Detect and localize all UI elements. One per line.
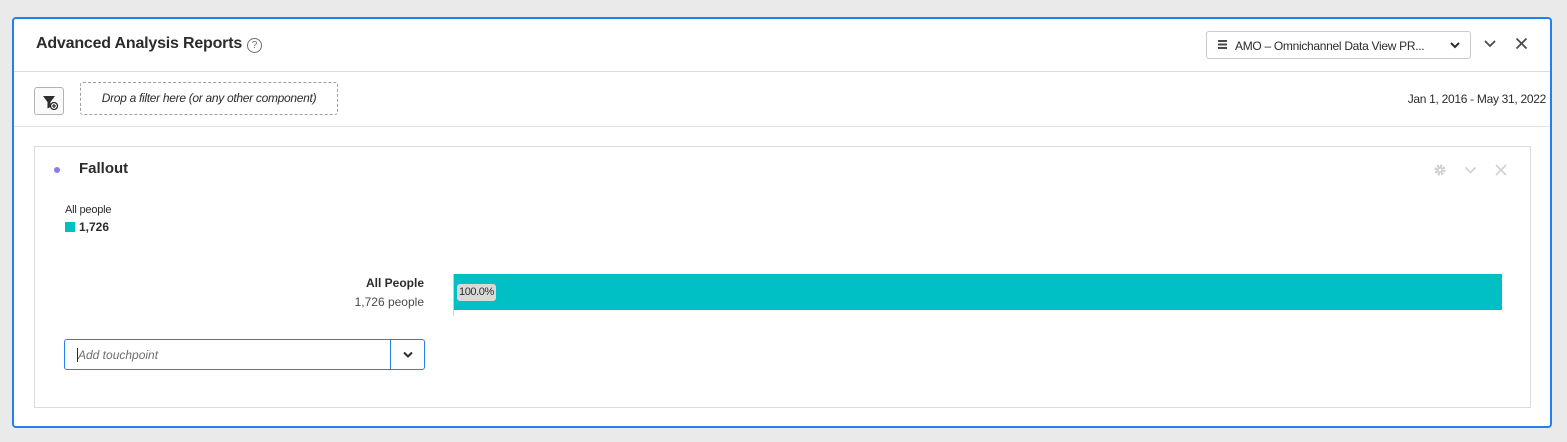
- fallout-bar-track: 100.0%: [453, 274, 1502, 316]
- fallout-row-label: All People 1,726 people: [355, 276, 424, 309]
- legend-label: All people: [65, 204, 112, 216]
- data-view-label: AMO – Omnichannel Data View PR...: [1235, 39, 1425, 53]
- filter-bar: Drop a filter here (or any other compone…: [14, 72, 1550, 127]
- fallout-bar[interactable]: [454, 274, 1502, 310]
- touchpoint-count: 1,726 people: [354, 295, 424, 309]
- close-icon[interactable]: [1495, 164, 1507, 176]
- text-cursor: [77, 348, 78, 362]
- panel-status-dot: [54, 167, 60, 173]
- add-touchpoint-combobox[interactable]: [64, 339, 425, 370]
- chevron-down-icon: [403, 351, 413, 358]
- gear-icon[interactable]: [1433, 163, 1447, 177]
- page-title: Advanced Analysis Reports: [36, 35, 243, 52]
- database-icon: [1218, 40, 1227, 49]
- add-touchpoint-input[interactable]: [65, 340, 391, 369]
- date-range[interactable]: Jan 1, 2016 - May 31, 2022: [1408, 92, 1547, 106]
- report-header: Advanced Analysis Reports ? AMO – Omnich…: [14, 19, 1550, 72]
- chevron-down-icon[interactable]: [1464, 166, 1477, 175]
- bar-percent-label: 100.0%: [457, 284, 496, 301]
- add-filter-button[interactable]: [34, 87, 64, 115]
- chevron-down-icon: [1450, 42, 1460, 49]
- legend-value: 1,726: [79, 220, 110, 234]
- collapse-chevron-icon[interactable]: [1483, 39, 1497, 49]
- legend-swatch: [65, 222, 75, 232]
- close-icon[interactable]: [1515, 37, 1528, 50]
- filter-drop-zone[interactable]: Drop a filter here (or any other compone…: [80, 82, 338, 115]
- panel-title[interactable]: Fallout: [79, 160, 128, 177]
- touchpoint-dropdown-button[interactable]: [390, 340, 424, 369]
- touchpoint-name[interactable]: All People: [355, 276, 424, 290]
- data-view-picker[interactable]: AMO – Omnichannel Data View PR...: [1206, 31, 1471, 59]
- help-icon[interactable]: ?: [247, 38, 262, 53]
- add-filter-icon: [43, 96, 58, 110]
- fallout-panel: Fallout All people 1,726 All People 1,72…: [34, 146, 1531, 408]
- analysis-workspace-frame: Advanced Analysis Reports ? AMO – Omnich…: [12, 17, 1552, 428]
